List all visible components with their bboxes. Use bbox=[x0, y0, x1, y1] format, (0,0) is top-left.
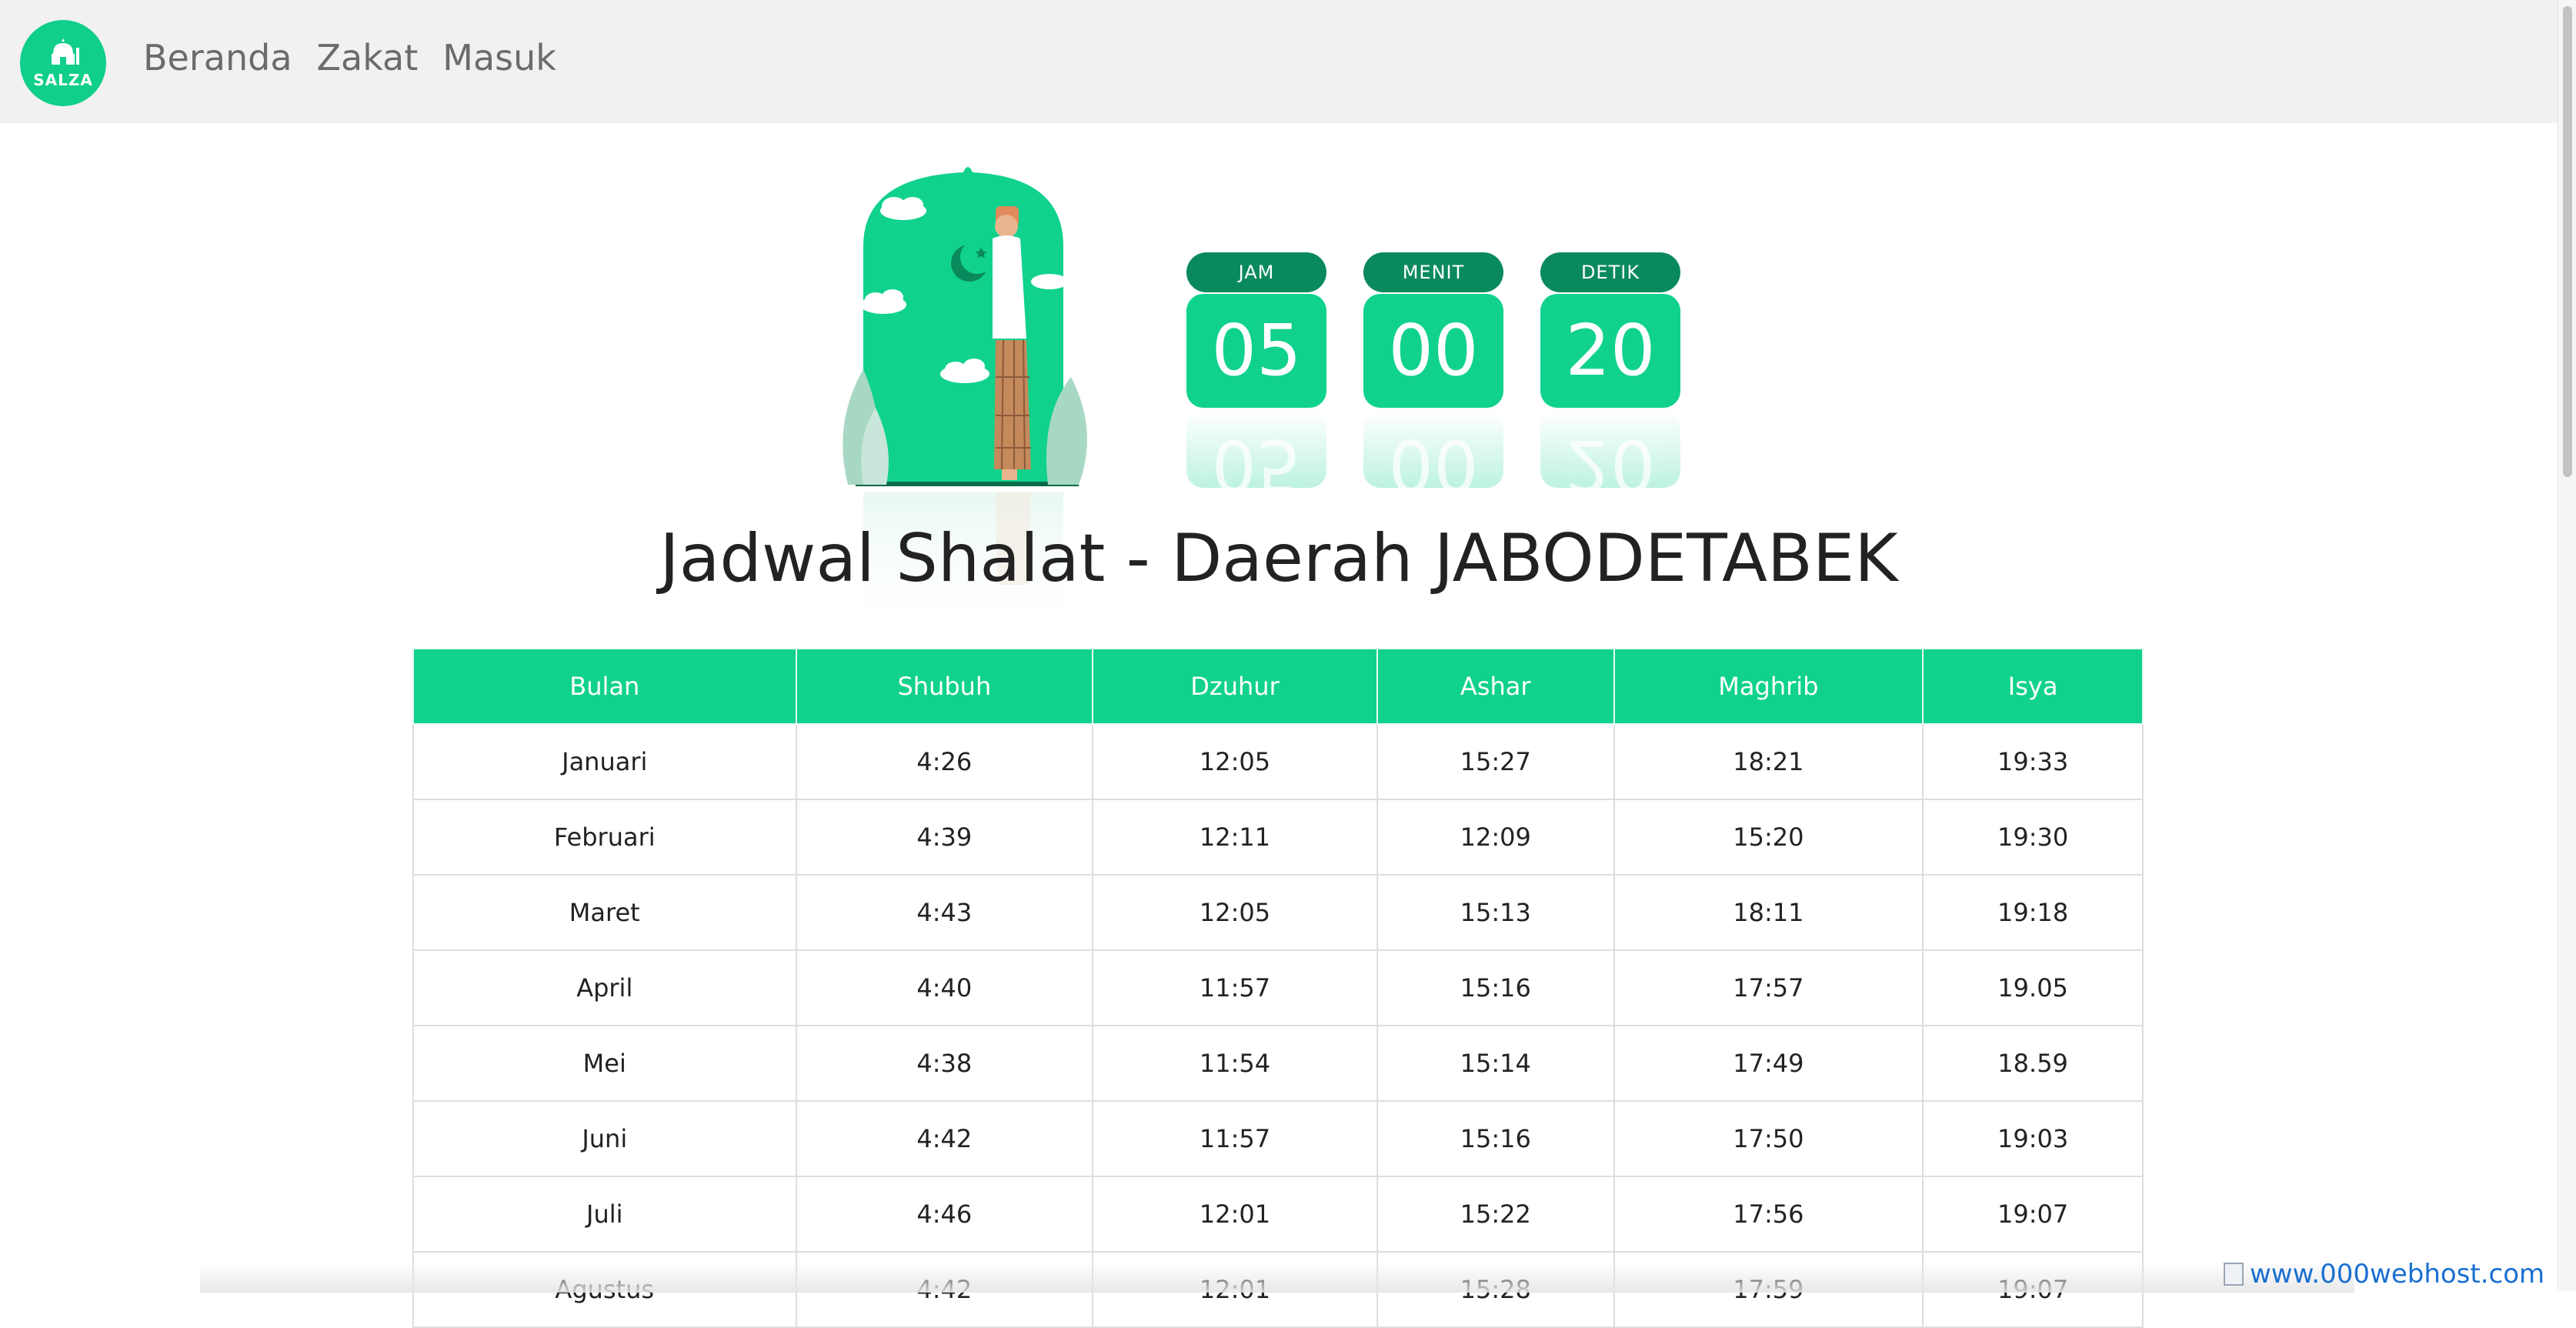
cell-shubuh: 4:38 bbox=[795, 1025, 1094, 1102]
table-row: Agustus 4:42 12:01 15:28 17:59 19:07 bbox=[412, 1251, 2144, 1328]
cell-dzuhur: 12:05 bbox=[1092, 723, 1378, 800]
cell-isya: 19:07 bbox=[1922, 1176, 2144, 1253]
header-maghrib: Maghrib bbox=[1613, 648, 1924, 725]
cell-shubuh: 4:46 bbox=[795, 1176, 1094, 1253]
cell-isya: 19.05 bbox=[1922, 949, 2144, 1026]
nav-links: Beranda Zakat Masuk bbox=[143, 37, 556, 78]
prayer-illustration bbox=[843, 167, 1087, 486]
table-row: Februari 4:39 12:11 12:09 15:20 19:30 bbox=[412, 799, 2144, 876]
cell-month: Juli bbox=[412, 1176, 797, 1253]
prayer-times-table: Bulan Shubuh Dzuhur Ashar Maghrib Isya J… bbox=[412, 648, 2144, 1328]
header-shubuh: Shubuh bbox=[795, 648, 1094, 725]
cell-month: Maret bbox=[412, 874, 797, 951]
timer-hours-value: 05 bbox=[1186, 294, 1326, 408]
timer-seconds-label: DETIK bbox=[1540, 252, 1680, 292]
timer-hours: JAM 05 05 bbox=[1186, 252, 1326, 488]
broken-image-icon bbox=[2224, 1263, 2244, 1286]
cell-shubuh: 4:40 bbox=[795, 949, 1094, 1026]
cell-maghrib: 17:59 bbox=[1613, 1251, 1924, 1328]
cell-month: Agustus bbox=[412, 1251, 797, 1328]
cell-ashar: 15:16 bbox=[1376, 1100, 1615, 1177]
cell-shubuh: 4:39 bbox=[795, 799, 1094, 876]
table-row: Juni 4:42 11:57 15:16 17:50 19:03 bbox=[412, 1100, 2144, 1177]
header-isya: Isya bbox=[1922, 648, 2144, 725]
cell-month: Januari bbox=[412, 723, 797, 800]
timer-minutes: MENIT 00 00 bbox=[1363, 252, 1503, 488]
cell-shubuh: 4:42 bbox=[795, 1251, 1094, 1328]
cell-ashar: 12:09 bbox=[1376, 799, 1615, 876]
mosque-icon bbox=[52, 38, 79, 65]
timer-seconds-reflection: 20 bbox=[1540, 411, 1680, 488]
cell-dzuhur: 11:54 bbox=[1092, 1025, 1378, 1102]
table-row: Mei 4:38 11:54 15:14 17:49 18.59 bbox=[412, 1025, 2144, 1102]
timer-hours-reflection: 05 bbox=[1186, 411, 1326, 488]
cell-ashar: 15:13 bbox=[1376, 874, 1615, 951]
page-title: Jadwal Shalat - Daerah JABODETABEK bbox=[659, 520, 1898, 597]
header-dzuhur: Dzuhur bbox=[1092, 648, 1378, 725]
cell-ashar: 15:27 bbox=[1376, 723, 1615, 800]
cell-isya: 19:33 bbox=[1922, 723, 2144, 800]
cell-maghrib: 18:11 bbox=[1613, 874, 1924, 951]
timer-seconds: DETIK 20 20 bbox=[1540, 252, 1680, 488]
table-header-row: Bulan Shubuh Dzuhur Ashar Maghrib Isya bbox=[412, 648, 2144, 725]
cell-ashar: 15:28 bbox=[1376, 1251, 1615, 1328]
webhost-badge-link[interactable]: www.000webhost.com bbox=[2224, 1259, 2544, 1290]
cell-maghrib: 17:57 bbox=[1613, 949, 1924, 1026]
page-scrollbar[interactable] bbox=[2558, 0, 2576, 1291]
nav-link-beranda[interactable]: Beranda bbox=[143, 37, 292, 78]
cell-month: Juni bbox=[412, 1100, 797, 1177]
countdown-timer: JAM 05 05 MENIT 00 00 DETIK 20 20 bbox=[1186, 252, 1680, 488]
webhost-badge-text: www.000webhost.com bbox=[2250, 1259, 2545, 1290]
cell-ashar: 15:22 bbox=[1376, 1176, 1615, 1253]
cell-dzuhur: 11:57 bbox=[1092, 949, 1378, 1026]
cell-maghrib: 18:21 bbox=[1613, 723, 1924, 800]
cell-dzuhur: 11:57 bbox=[1092, 1100, 1378, 1177]
timer-minutes-value: 00 bbox=[1363, 294, 1503, 408]
header-bulan: Bulan bbox=[412, 648, 797, 725]
cell-month: April bbox=[412, 949, 797, 1026]
cell-ashar: 15:16 bbox=[1376, 949, 1615, 1026]
nav-link-masuk[interactable]: Masuk bbox=[442, 37, 556, 78]
timer-seconds-value: 20 bbox=[1540, 294, 1680, 408]
cell-month: Mei bbox=[412, 1025, 797, 1102]
cell-isya: 19:18 bbox=[1922, 874, 2144, 951]
cell-maghrib: 17:49 bbox=[1613, 1025, 1924, 1102]
nav-link-zakat[interactable]: Zakat bbox=[317, 37, 419, 78]
table-row: Januari 4:26 12:05 15:27 18:21 19:33 bbox=[412, 723, 2144, 800]
cell-dzuhur: 12:05 bbox=[1092, 874, 1378, 951]
navbar: SALZA Beranda Zakat Masuk bbox=[0, 0, 2558, 123]
cell-shubuh: 4:26 bbox=[795, 723, 1094, 800]
timer-minutes-reflection: 00 bbox=[1363, 411, 1503, 488]
timer-minutes-label: MENIT bbox=[1363, 252, 1503, 292]
header-ashar: Ashar bbox=[1376, 648, 1615, 725]
table-row: Maret 4:43 12:05 15:13 18:11 19:18 bbox=[412, 874, 2144, 951]
table-row: April 4:40 11:57 15:16 17:57 19.05 bbox=[412, 949, 2144, 1026]
table-row: Juli 4:46 12:01 15:22 17:56 19:07 bbox=[412, 1176, 2144, 1253]
cell-isya: 19:03 bbox=[1922, 1100, 2144, 1177]
cell-isya: 19:30 bbox=[1922, 799, 2144, 876]
scrollbar-thumb[interactable] bbox=[2563, 6, 2572, 477]
timer-hours-label: JAM bbox=[1186, 252, 1326, 292]
cell-isya: 18.59 bbox=[1922, 1025, 2144, 1102]
cell-isya: 19:07 bbox=[1922, 1251, 2144, 1328]
cell-maghrib: 15:20 bbox=[1613, 799, 1924, 876]
cell-maghrib: 17:56 bbox=[1613, 1176, 1924, 1253]
cell-ashar: 15:14 bbox=[1376, 1025, 1615, 1102]
cell-shubuh: 4:42 bbox=[795, 1100, 1094, 1177]
cell-maghrib: 17:50 bbox=[1613, 1100, 1924, 1177]
logo-text: SALZA bbox=[33, 71, 93, 89]
salza-logo[interactable]: SALZA bbox=[20, 20, 106, 106]
cell-dzuhur: 12:11 bbox=[1092, 799, 1378, 876]
prayer-times-table-wrapper: Bulan Shubuh Dzuhur Ashar Maghrib Isya J… bbox=[412, 648, 2144, 1328]
cell-shubuh: 4:43 bbox=[795, 874, 1094, 951]
cell-dzuhur: 12:01 bbox=[1092, 1251, 1378, 1328]
cell-dzuhur: 12:01 bbox=[1092, 1176, 1378, 1253]
cell-month: Februari bbox=[412, 799, 797, 876]
table-body: Januari 4:26 12:05 15:27 18:21 19:33 Feb… bbox=[412, 723, 2144, 1328]
